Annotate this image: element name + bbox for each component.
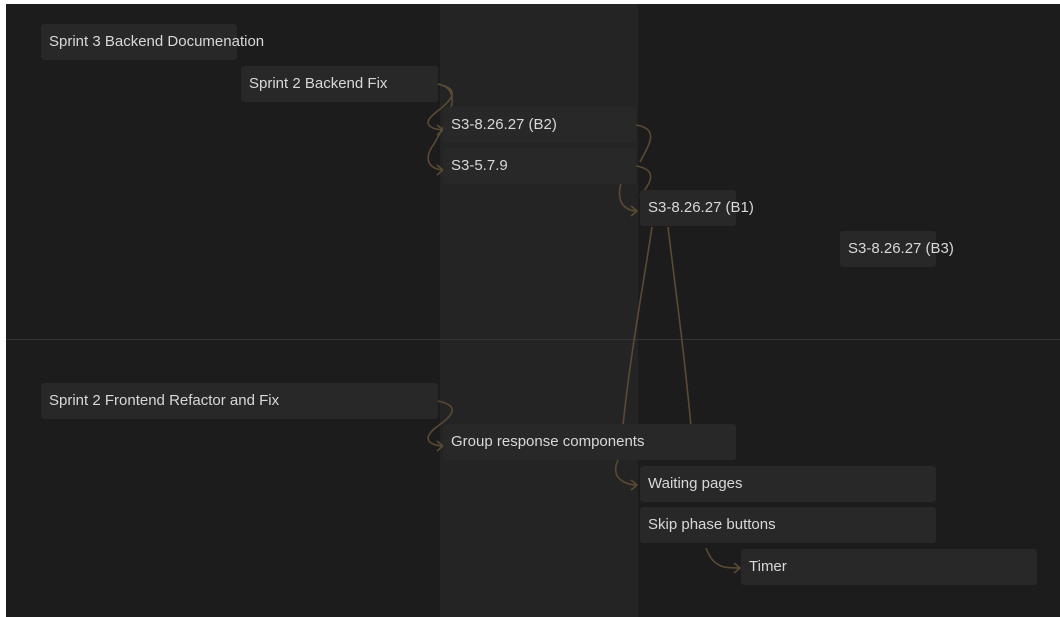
task-label-s3-8-26-27-b3: S3-8.26.27 (B3) [848, 240, 954, 257]
dependency-arrow-head [733, 562, 742, 574]
gantt-canvas: Sprint 3 Backend Documenation Sprint 2 B… [6, 4, 1060, 617]
task-label-sprint-2-frontend-refactor-and-fix: Sprint 2 Frontend Refactor and Fix [49, 392, 280, 409]
task-label-timer: Timer [749, 558, 787, 575]
dependency-arrow [635, 124, 652, 163]
task-label-s3-8-26-27-b1: S3-8.26.27 (B1) [648, 199, 754, 216]
task-label-s3-5-7-9: S3-5.7.9 [451, 157, 508, 174]
task-label-s3-8-26-27-b2: S3-8.26.27 (B2) [451, 116, 557, 133]
current-period-column [440, 4, 638, 617]
task-label-sprint-2-backend-fix: Sprint 2 Backend Fix [249, 75, 388, 92]
task-label-waiting-pages: Waiting pages [648, 475, 743, 492]
task-label-group-response-components: Group response components [451, 433, 645, 450]
task-label-skip-phase-buttons: Skip phase buttons [648, 516, 776, 533]
dependency-arrow [705, 547, 741, 569]
task-label-sprint-3-backend-documentation: Sprint 3 Backend Documenation [49, 33, 265, 50]
group-divider [6, 339, 1060, 340]
